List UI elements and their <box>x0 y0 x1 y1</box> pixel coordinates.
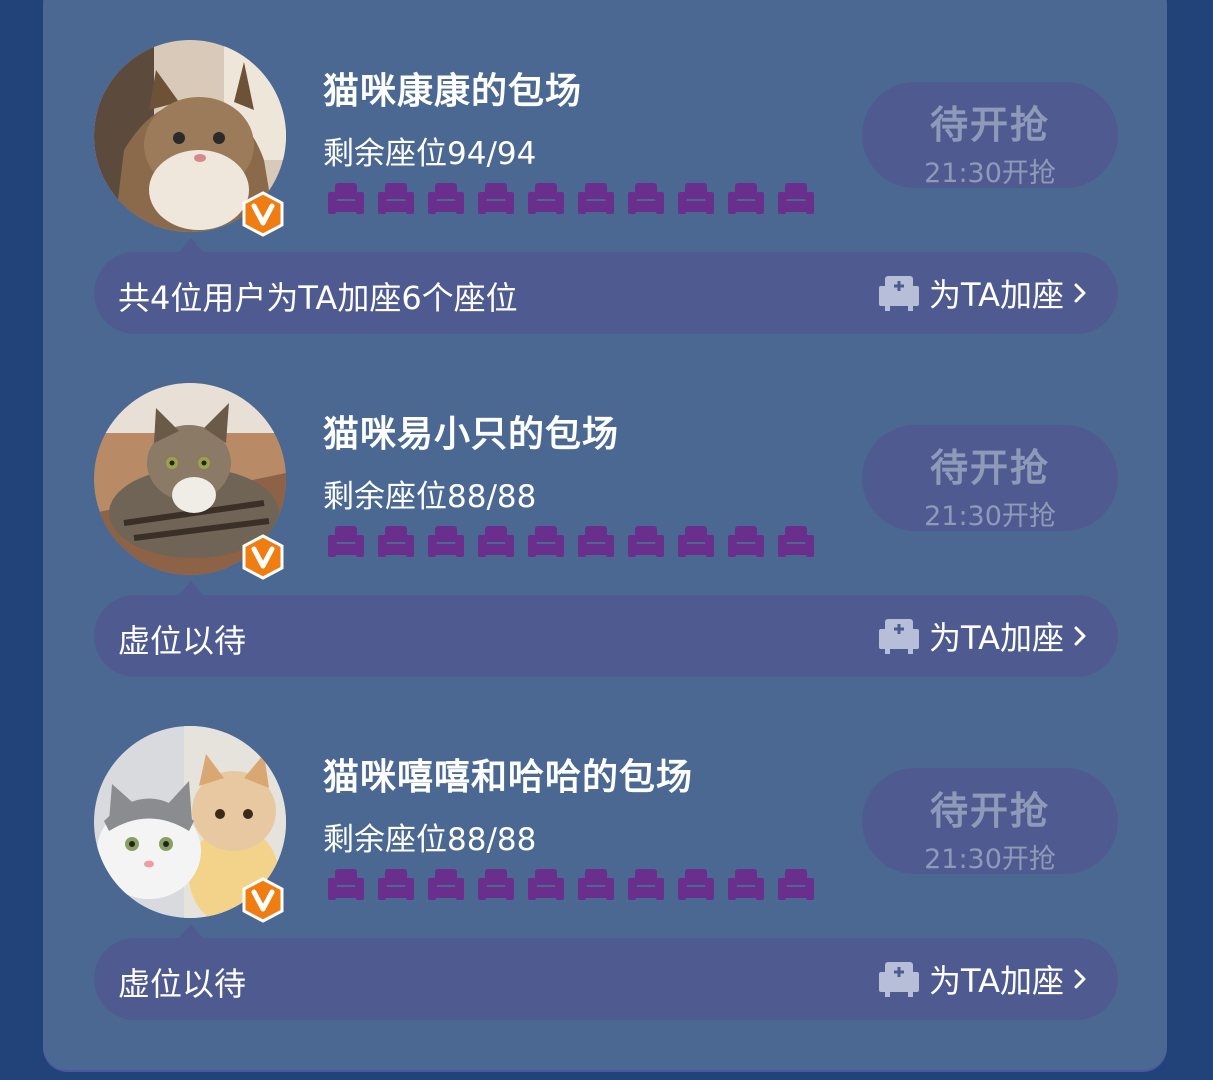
seat-row <box>326 179 816 219</box>
armchair-icon <box>778 869 814 900</box>
armchair-icon <box>428 526 464 557</box>
armchair-icon <box>428 869 464 900</box>
room-card: 猫咪易小只的包场 剩余座位88/88 待开抢 21:30开抢 虚位以待 为TA加… <box>0 383 1213 683</box>
armchair-icon <box>328 183 364 214</box>
armchair-icon <box>678 183 714 214</box>
verified-v-badge-icon <box>242 534 284 580</box>
armchair-icon <box>428 183 464 214</box>
room-title: 猫咪嘻嘻和哈哈的包场 <box>323 757 694 798</box>
grab-time: 21:30开抢 <box>924 501 1056 532</box>
armchair-icon <box>478 183 514 214</box>
armchair-icon <box>728 183 764 214</box>
room-title: 猫咪易小只的包场 <box>323 414 620 455</box>
add-seat-icon <box>879 962 920 997</box>
remaining-seats: 剩余座位88/88 <box>323 822 537 858</box>
armchair-icon <box>728 526 764 557</box>
bubble-pointer <box>179 581 203 595</box>
grab-button[interactable]: 待开抢 21:30开抢 <box>862 425 1118 532</box>
grab-button-label: 待开抢 <box>929 789 1050 833</box>
armchair-icon <box>778 526 814 557</box>
armchair-icon <box>328 526 364 557</box>
verified-v-badge-icon <box>242 877 284 923</box>
chevron-right-icon <box>1074 626 1086 646</box>
armchair-icon <box>628 183 664 214</box>
support-bar: 共4位用户为TA加座6个座位 为TA加座 <box>94 252 1118 334</box>
armchair-icon <box>528 183 564 214</box>
seat-row <box>326 522 816 562</box>
seat-row <box>326 865 816 905</box>
grab-time: 21:30开抢 <box>924 844 1056 875</box>
armchair-icon <box>378 183 414 214</box>
support-bar: 虚位以待 为TA加座 <box>94 938 1118 1020</box>
armchair-icon <box>378 526 414 557</box>
armchair-icon <box>478 526 514 557</box>
room-card: 猫咪康康的包场 剩余座位94/94 待开抢 21:30开抢 共4位用户为TA加座… <box>0 40 1213 340</box>
chevron-right-icon <box>1074 283 1086 303</box>
armchair-icon <box>628 526 664 557</box>
add-seat-button[interactable]: 为TA加座 <box>877 615 1088 657</box>
grab-button[interactable]: 待开抢 21:30开抢 <box>862 82 1118 189</box>
armchair-icon <box>578 869 614 900</box>
armchair-icon <box>378 869 414 900</box>
armchair-icon <box>628 869 664 900</box>
armchair-icon <box>578 526 614 557</box>
armchair-icon <box>678 526 714 557</box>
armchair-icon <box>728 869 764 900</box>
armchair-icon <box>528 526 564 557</box>
armchair-icon <box>778 183 814 214</box>
bubble-pointer <box>179 924 203 938</box>
add-seat-icon <box>879 619 920 654</box>
chevron-right-icon <box>1074 969 1086 989</box>
room-title: 猫咪康康的包场 <box>323 71 583 112</box>
support-bar: 虚位以待 为TA加座 <box>94 595 1118 677</box>
armchair-icon <box>478 869 514 900</box>
grab-time: 21:30开抢 <box>924 158 1056 189</box>
grab-button-label: 待开抢 <box>929 446 1050 490</box>
armchair-icon <box>528 869 564 900</box>
verified-v-badge-icon <box>242 191 284 237</box>
armchair-icon <box>328 869 364 900</box>
add-seat-label: 为TA加座 <box>929 276 1064 314</box>
support-text: 虚位以待 <box>118 622 247 660</box>
room-card: 猫咪嘻嘻和哈哈的包场 剩余座位88/88 待开抢 21:30开抢 虚位以待 为T… <box>0 726 1213 1026</box>
remaining-seats: 剩余座位88/88 <box>323 479 537 515</box>
add-seat-icon <box>879 276 920 311</box>
grab-button-label: 待开抢 <box>929 103 1050 147</box>
support-text: 共4位用户为TA加座6个座位 <box>118 279 518 317</box>
support-text: 虚位以待 <box>118 965 247 1003</box>
add-seat-button[interactable]: 为TA加座 <box>877 958 1088 1000</box>
remaining-seats: 剩余座位94/94 <box>323 136 537 172</box>
armchair-icon <box>678 869 714 900</box>
bubble-pointer <box>179 238 203 252</box>
add-seat-label: 为TA加座 <box>929 962 1064 1000</box>
armchair-icon <box>578 183 614 214</box>
add-seat-button[interactable]: 为TA加座 <box>877 272 1088 314</box>
add-seat-label: 为TA加座 <box>929 619 1064 657</box>
grab-button[interactable]: 待开抢 21:30开抢 <box>862 768 1118 875</box>
